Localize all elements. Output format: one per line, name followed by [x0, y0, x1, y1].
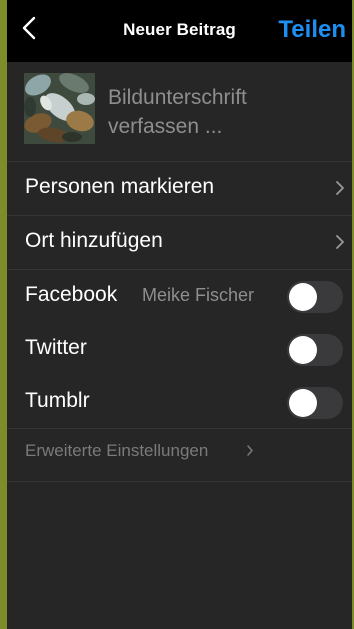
caption-placeholder-line2: verfassen ...: [108, 115, 223, 138]
top-bar: Neuer Beitrag Teilen: [7, 0, 352, 62]
twitter-toggle[interactable]: [287, 334, 343, 366]
share-twitter-row: Twitter: [7, 323, 352, 376]
tumblr-label: Tumblr: [25, 389, 90, 412]
caption-input[interactable]: Bildunterschrift verfassen ...: [108, 83, 338, 141]
toggle-knob: [289, 389, 317, 417]
new-post-screen: Neuer Beitrag Teilen Bildunterschrift ve…: [7, 0, 352, 629]
share-facebook-row: Facebook Meike Fischer: [7, 270, 352, 323]
share-tumblr-row: Tumblr: [7, 376, 352, 429]
toggle-knob: [289, 283, 317, 311]
twitter-label: Twitter: [25, 336, 87, 359]
tumblr-toggle[interactable]: [287, 387, 343, 419]
caption-section: Bildunterschrift verfassen ...: [7, 62, 352, 162]
chevron-right-icon: [336, 181, 344, 195]
caption-placeholder-line1: Bildunterschrift: [108, 86, 247, 109]
add-location-label: Ort hinzufügen: [25, 229, 163, 252]
add-location-row[interactable]: Ort hinzufügen: [7, 216, 352, 270]
tag-people-row[interactable]: Personen markieren: [7, 162, 352, 216]
facebook-label: Facebook: [25, 283, 118, 306]
chevron-right-icon: [336, 235, 344, 249]
tag-people-label: Personen markieren: [25, 175, 215, 198]
advanced-settings-link[interactable]: Erweiterte Einstellungen: [7, 428, 352, 482]
toggle-knob: [289, 336, 317, 364]
share-button[interactable]: Teilen: [278, 16, 346, 44]
post-thumbnail: [24, 73, 95, 144]
facebook-toggle[interactable]: [287, 281, 343, 313]
chevron-right-icon: [247, 445, 253, 456]
facebook-account-name: Meike Fischer: [142, 285, 255, 305]
advanced-settings-label: Erweiterte Einstellungen: [25, 441, 209, 460]
